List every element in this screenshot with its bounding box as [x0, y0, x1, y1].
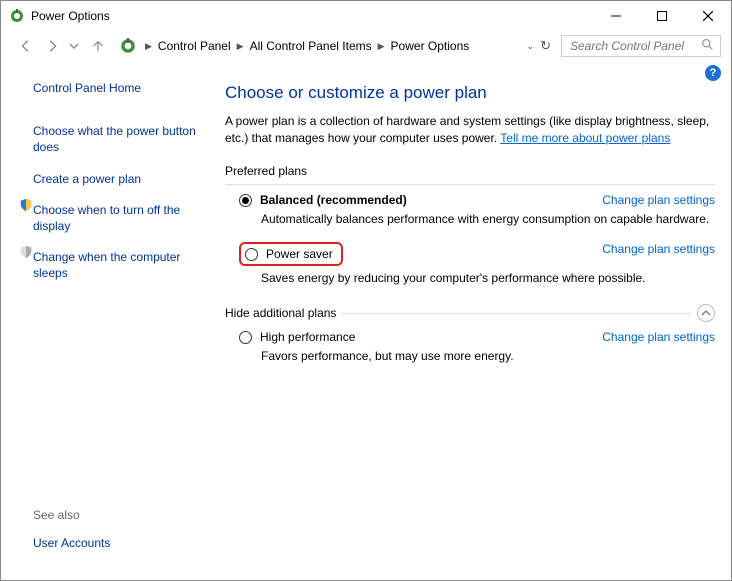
change-plan-settings-balanced[interactable]: Change plan settings	[602, 193, 715, 207]
sidebar-link-turn-off-display[interactable]: Choose when to turn off the display	[33, 202, 197, 234]
plan-high-performance: High performance Change plan settings	[239, 330, 715, 344]
radio-balanced[interactable]	[239, 194, 252, 207]
breadcrumb-sep[interactable]: ▶	[141, 41, 156, 52]
search-icon	[701, 38, 714, 54]
plan-high-performance-desc: Favors performance, but may use more ene…	[261, 348, 715, 365]
refresh-button[interactable]: ↻	[540, 38, 551, 54]
collapse-icon[interactable]	[697, 304, 715, 322]
sidebar-link-create-plan[interactable]: Create a power plan	[33, 171, 141, 187]
radio-high-performance[interactable]	[239, 331, 252, 344]
change-plan-settings-saver[interactable]: Change plan settings	[602, 242, 715, 256]
window-title: Power Options	[31, 9, 110, 23]
plan-balanced: Balanced (recommended) Change plan setti…	[239, 193, 715, 207]
navbar: ▶ Control Panel ▶ All Control Panel Item…	[1, 31, 731, 61]
plan-balanced-desc: Automatically balances performance with …	[261, 211, 715, 228]
plan-balanced-name[interactable]: Balanced (recommended)	[260, 193, 407, 207]
hide-additional-label: Hide additional plans	[225, 306, 336, 320]
page-heading: Choose or customize a power plan	[225, 83, 715, 103]
maximize-button[interactable]	[639, 1, 685, 31]
power-options-icon	[9, 8, 25, 24]
breadcrumb-item[interactable]: Power Options	[389, 39, 472, 53]
close-button[interactable]	[685, 1, 731, 31]
hide-additional-plans-row[interactable]: Hide additional plans	[225, 304, 715, 322]
address-dropdown[interactable]: ⌄	[527, 41, 535, 52]
page-description: A power plan is a collection of hardware…	[225, 113, 715, 148]
user-accounts-link[interactable]: User Accounts	[33, 536, 197, 550]
shield-icon	[19, 198, 33, 212]
search-input[interactable]	[568, 38, 701, 54]
control-panel-home-link[interactable]: Control Panel Home	[33, 80, 197, 96]
plan-power-saver: Power saver Change plan settings	[239, 242, 715, 266]
breadcrumb-sep[interactable]: ▶	[374, 41, 389, 52]
breadcrumb-item[interactable]: Control Panel	[156, 39, 233, 53]
power-saver-highlight: Power saver	[239, 242, 343, 266]
preferred-plans-label: Preferred plans	[225, 164, 715, 178]
titlebar: Power Options	[1, 1, 731, 31]
address-bar[interactable]: ▶ Control Panel ▶ All Control Panel Item…	[113, 37, 557, 55]
plan-power-saver-name[interactable]: Power saver	[266, 247, 333, 261]
history-dropdown[interactable]	[67, 41, 81, 51]
plan-high-performance-name[interactable]: High performance	[260, 330, 355, 344]
learn-more-link[interactable]: Tell me more about power plans	[500, 131, 670, 145]
sidebar-link-computer-sleeps[interactable]: Change when the computer sleeps	[33, 249, 197, 281]
search-box[interactable]	[561, 35, 721, 57]
back-button[interactable]	[15, 35, 37, 57]
radio-power-saver[interactable]	[245, 248, 258, 261]
minimize-button[interactable]	[593, 1, 639, 31]
see-also-label: See also	[33, 508, 197, 522]
main-panel: Choose or customize a power plan A power…	[209, 61, 731, 580]
sidebar-link-power-button[interactable]: Choose what the power button does	[33, 123, 197, 155]
forward-button[interactable]	[41, 35, 63, 57]
address-icon	[119, 37, 137, 55]
breadcrumb-sep[interactable]: ▶	[233, 41, 248, 52]
shield-icon	[19, 245, 33, 259]
breadcrumb-item[interactable]: All Control Panel Items	[248, 39, 374, 53]
sidebar: Control Panel Home Choose what the power…	[1, 61, 209, 580]
plan-power-saver-desc: Saves energy by reducing your computer's…	[261, 270, 715, 287]
help-button[interactable]: ?	[705, 65, 721, 81]
change-plan-settings-high[interactable]: Change plan settings	[602, 330, 715, 344]
up-button[interactable]	[87, 35, 109, 57]
